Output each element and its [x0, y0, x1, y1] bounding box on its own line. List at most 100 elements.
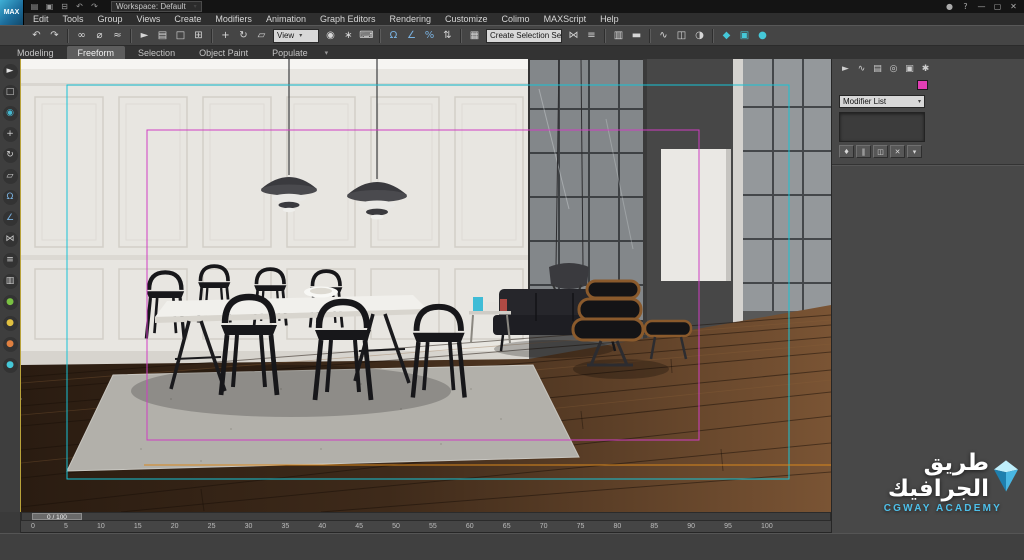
mirror-icon[interactable]: ⋈	[565, 27, 582, 44]
spinner-snap-icon[interactable]: ⇅	[439, 27, 456, 44]
menu-item[interactable]: Modifiers	[208, 13, 259, 25]
help-icon[interactable]: ?	[958, 1, 973, 12]
modify-tab-icon[interactable]: ∿	[855, 63, 868, 75]
max-logo[interactable]: MAX	[0, 0, 24, 25]
workspace-combo[interactable]: Workspace: Default	[111, 1, 202, 12]
menu-item[interactable]: Colimo	[495, 13, 537, 25]
redo-icon[interactable]: ↷	[46, 27, 63, 44]
snap-magnet-icon[interactable]: Ω	[2, 190, 18, 205]
open-file-icon[interactable]: ▣	[43, 1, 56, 12]
minimize-window-icon[interactable]: —	[974, 1, 989, 12]
Populate[interactable]: Populate	[261, 46, 319, 59]
show-end-result-icon[interactable]: ‖	[856, 145, 871, 158]
angle-snap-tool-icon[interactable]: ∠	[2, 211, 18, 226]
menu-item[interactable]: Edit	[26, 13, 56, 25]
keyboard-shortcut-override-icon[interactable]: ⌨	[358, 27, 375, 44]
close-window-icon[interactable]: ✕	[1006, 1, 1021, 12]
display-panel-icon[interactable]: ●	[2, 295, 18, 310]
undo-icon[interactable]: ↶	[73, 1, 86, 12]
select-cursor-icon[interactable]: ►	[2, 64, 18, 79]
Modeling[interactable]: Modeling	[6, 46, 65, 59]
Selection[interactable]: Selection	[127, 46, 186, 59]
schematic-view-icon[interactable]: ◫	[673, 27, 690, 44]
render-production-icon[interactable]: ●	[754, 27, 771, 44]
Freeform[interactable]: Freeform	[66, 46, 126, 59]
menu-item[interactable]: Help	[593, 13, 626, 25]
paint-select-icon[interactable]: ◉	[2, 106, 18, 121]
menu-item[interactable]: Create	[167, 13, 208, 25]
angle-snap-icon[interactable]: ∠	[403, 27, 420, 44]
reference-coordinate-combo[interactable]: View	[273, 28, 319, 43]
object-color-swatch[interactable]	[917, 80, 928, 90]
scale-tool-icon[interactable]: ▱	[2, 169, 18, 184]
pin-stack-icon[interactable]: ♦	[839, 145, 854, 158]
menu-item[interactable]: Graph Editors	[313, 13, 383, 25]
Object Paint[interactable]: Object Paint	[188, 46, 259, 59]
menu-item[interactable]: Views	[130, 13, 168, 25]
render-setup-icon[interactable]: ◆	[718, 27, 735, 44]
menu-item[interactable]: Rendering	[383, 13, 439, 25]
select-and-move-icon[interactable]: +	[217, 27, 234, 44]
time-slider[interactable]: 0 / 100	[21, 512, 831, 521]
modifier-list-combo[interactable]: Modifier List	[839, 95, 925, 108]
render-shortcut-icon[interactable]: ●	[2, 358, 18, 373]
align-tool-icon[interactable]: ≡	[2, 253, 18, 268]
motion-tab-icon[interactable]: ◎	[887, 63, 900, 75]
select-object-icon[interactable]: ►	[136, 27, 153, 44]
undo-icon[interactable]: ↶	[28, 27, 45, 44]
save-file-icon[interactable]: ⊟	[58, 1, 71, 12]
menu-item[interactable]: Tools	[56, 13, 91, 25]
select-and-rotate-icon[interactable]: ↻	[235, 27, 252, 44]
ribbon-overflow-icon[interactable]	[325, 49, 329, 59]
titlebar: ▤▣⊟↶↷ Workspace: Default ●?—▢✕	[0, 0, 1024, 13]
bind-to-space-warp-icon[interactable]: ≈	[109, 27, 126, 44]
percent-snap-icon[interactable]: %	[421, 27, 438, 44]
user-account-icon[interactable]: ●	[942, 1, 957, 12]
select-and-scale-icon[interactable]: ▱	[253, 27, 270, 44]
menu-item[interactable]: Group	[91, 13, 130, 25]
use-pivot-center-icon[interactable]: ◉	[322, 27, 339, 44]
rectangular-selection-region-icon[interactable]: □	[172, 27, 189, 44]
material-editor-icon[interactable]: ◑	[691, 27, 708, 44]
modifier-stack[interactable]	[839, 112, 925, 142]
layers-tool-icon[interactable]: ▥	[2, 274, 18, 289]
window-crossing-icon[interactable]: ⊞	[190, 27, 207, 44]
time-slider-grip[interactable]	[0, 512, 21, 533]
lights-tool-icon[interactable]: ●	[2, 316, 18, 331]
rotate-tool-icon[interactable]: ↻	[2, 148, 18, 163]
make-unique-icon[interactable]: ◫	[873, 145, 888, 158]
configure-modifier-sets-icon[interactable]: ▾	[907, 145, 922, 158]
cameras-tool-icon[interactable]: ●	[2, 337, 18, 352]
track-bar[interactable]: 0 5 10 15 20 25 30 35 40 45 50 55 60 65 70 75 80 85 90 95 10…	[21, 521, 831, 533]
ribbon-toggle-icon[interactable]: ▬	[628, 27, 645, 44]
move-tool-icon[interactable]: +	[2, 127, 18, 142]
hierarchy-tab-icon[interactable]: ▤	[871, 63, 884, 75]
select-and-manipulate-icon[interactable]: ∗	[340, 27, 357, 44]
unlink-selection-icon[interactable]: ⌀	[91, 27, 108, 44]
perspective-viewport[interactable]	[21, 59, 831, 512]
remove-modifier-icon[interactable]: ✕	[890, 145, 905, 158]
toolbar-separator	[130, 28, 132, 43]
menu-item[interactable]: Animation	[259, 13, 313, 25]
marquee-select-icon[interactable]: □	[2, 85, 18, 100]
mirror-tool-icon[interactable]: ⋈	[2, 232, 18, 247]
snap-toggle-icon[interactable]: Ω	[385, 27, 402, 44]
named-selection-sets-icon[interactable]: ▦	[466, 27, 483, 44]
new-scene-icon[interactable]: ▤	[28, 1, 41, 12]
create-tab-icon[interactable]: ►	[839, 63, 852, 75]
time-slider-handle[interactable]: 0 / 100	[32, 513, 82, 521]
select-and-link-icon[interactable]: ∞	[73, 27, 90, 44]
curve-editor-icon[interactable]: ∿	[655, 27, 672, 44]
select-by-name-icon[interactable]: ▤	[154, 27, 171, 44]
display-tab-icon[interactable]: ▣	[903, 63, 916, 75]
layer-manager-icon[interactable]: ▥	[610, 27, 627, 44]
align-icon[interactable]: ≡	[583, 27, 600, 44]
utilities-tab-icon[interactable]: ✱	[919, 63, 932, 75]
restore-window-icon[interactable]: ▢	[990, 1, 1005, 12]
rendered-frame-window-icon[interactable]: ▣	[736, 27, 753, 44]
menu-item[interactable]: MAXScript	[537, 13, 594, 25]
toolbar-separator	[211, 28, 213, 43]
named-selection-set-combo[interactable]: Create Selection Set	[486, 28, 562, 43]
redo-icon[interactable]: ↷	[88, 1, 101, 12]
menu-item[interactable]: Customize	[438, 13, 495, 25]
